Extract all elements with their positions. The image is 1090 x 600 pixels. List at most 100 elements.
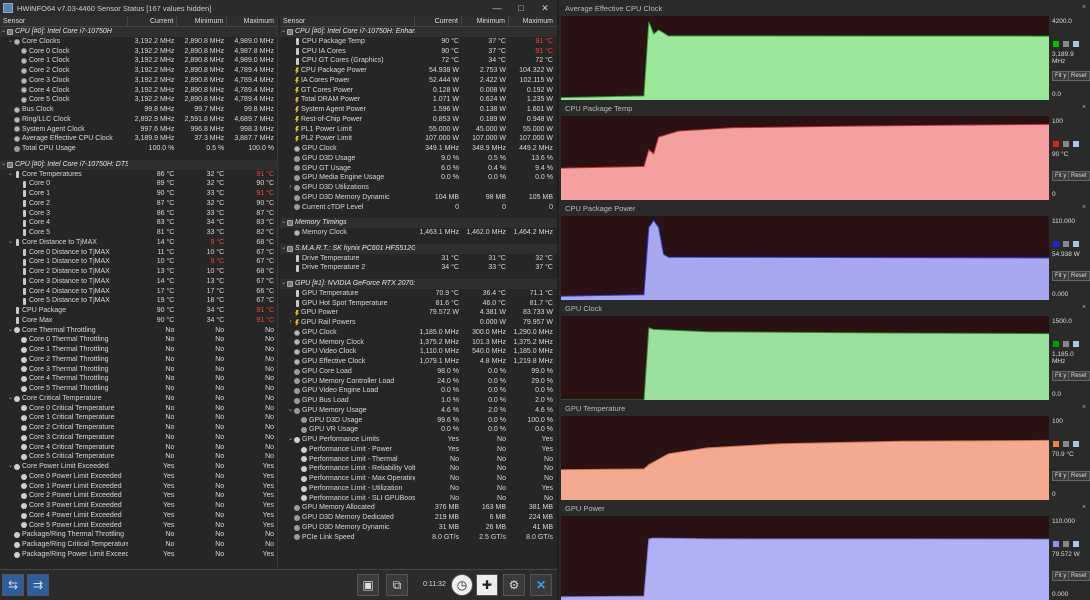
sensor-row[interactable]: GPU Memory Clock 1,375.2 MHz 101.3 MHz 1,37… xyxy=(280,338,557,348)
reset-button[interactable]: Reset xyxy=(1068,71,1090,81)
sensor-row[interactable]: Package/Ring Critical Temperature No No No xyxy=(0,540,277,550)
sensor-group-header[interactable]: ⌄ S.M.A.R.T.: SK hynix PC601 HFS512GD9T..… xyxy=(280,243,557,254)
sensor-row[interactable]: Core 5 81 °C 33 °C 82 °C xyxy=(0,228,277,238)
swatch-gray[interactable] xyxy=(1063,441,1069,447)
sensor-row[interactable]: CPU IA Cores 90 °C 37 °C 91 °C xyxy=(280,47,557,57)
sensor-row[interactable]: Core 4 Clock 3,192.2 MHz 2,890.8 MHz 4,789.… xyxy=(0,86,277,96)
sensor-row[interactable]: Core 3 86 °C 33 °C 87 °C xyxy=(0,209,277,219)
sensor-row[interactable]: Core 2 87 °C 32 °C 90 °C xyxy=(0,199,277,209)
fit-y-button[interactable]: Fit y xyxy=(1052,171,1070,181)
sensor-row[interactable]: Core 3 Thermal Throttling No No No xyxy=(0,365,277,375)
expand-chevron-icon[interactable]: ⌄ xyxy=(7,37,14,47)
sensor-row[interactable]: ⌄ Core Temperatures 86 °C 32 °C 91 °C xyxy=(0,170,277,180)
sensor-row[interactable]: CPU Package 90 °C 34 °C 91 °C xyxy=(0,306,277,316)
color-swatch[interactable] xyxy=(1053,41,1059,47)
expand-chevron-icon[interactable]: ⌄ xyxy=(287,435,294,445)
sensor-row[interactable]: Core 0 Thermal Throttling No No No xyxy=(0,335,277,345)
fit-y-button[interactable]: Fit y xyxy=(1052,271,1070,281)
sensor-row[interactable]: ⌄ Core Clocks 3,192.2 MHz 2,890.8 MHz 4,989.… xyxy=(0,37,277,47)
sensor-group-header[interactable]: ⌄ Memory Timings xyxy=(280,218,557,228)
sensor-row[interactable]: GPU Memory Controller Load 24.0 % 0.0 % 29.… xyxy=(280,377,557,387)
close-button[interactable]: ✕ xyxy=(533,0,557,16)
sensor-row[interactable]: Package/Ring Power Limit Exceeded Yes No Ye… xyxy=(0,550,277,560)
sensor-row[interactable]: › GPU Rail Powers 0.000 W 79.957 W xyxy=(280,318,557,328)
sensor-row[interactable]: Core 5 Clock 3,192.2 MHz 2,890.8 MHz 4,789.… xyxy=(0,95,277,105)
sensor-row[interactable]: GPU D3D Memory Dynamic 104 MB 98 MB 105 MB xyxy=(280,193,557,203)
sensor-row[interactable]: Performance Limit - SLI GPUBoost Sync No N… xyxy=(280,494,557,504)
swatch-light[interactable] xyxy=(1073,541,1079,547)
sensor-row[interactable]: GPU Bus Load 1.0 % 0.0 % 2.0 % xyxy=(280,396,557,406)
fit-y-button[interactable]: Fit y xyxy=(1052,71,1070,81)
col-current[interactable]: Current xyxy=(128,16,178,26)
sensor-row[interactable]: CPU Package Temp 90 °C 37 °C 91 °C xyxy=(280,37,557,47)
col-maximum[interactable]: Maximum xyxy=(509,16,556,26)
add-log-icon[interactable]: ✚ xyxy=(476,574,498,596)
sensor-row[interactable]: CPU Package Power 54.938 W 2.753 W 104.322 … xyxy=(280,66,557,76)
sensor-row[interactable]: CPU GT Cores (Graphics) 72 °C 34 °C 72 °C xyxy=(280,56,557,66)
nav-left-icon[interactable]: ⇆ xyxy=(2,574,24,596)
sensor-row[interactable]: Core 1 90 °C 33 °C 91 °C xyxy=(0,189,277,199)
sensor-row[interactable]: Current cTDP Level 0 0 0 xyxy=(280,203,557,213)
sensor-row[interactable]: Core 3 Power Limit Exceeded Yes No Yes xyxy=(0,501,277,511)
sensor-row[interactable]: ⌄ Core Power Limit Exceeded Yes No Yes xyxy=(0,462,277,472)
sensor-row[interactable]: ⌄ Core Thermal Throttling No No No xyxy=(0,326,277,336)
sensor-group-header[interactable]: ⌄ CPU [#0]: Intel Core i7-10750H: DTS xyxy=(0,159,277,170)
reset-button[interactable]: Reset xyxy=(1068,471,1090,481)
sensor-row[interactable]: Average Effective CPU Clock 3,189.9 MHz 37… xyxy=(0,134,277,144)
sensor-row[interactable]: GPU Video Clock 1,110.0 MHz 540.0 MHz 1,185… xyxy=(280,347,557,357)
sensor-row[interactable]: Memory Clock 1,463.1 MHz 1,462.0 MHz 1,464.… xyxy=(280,228,557,238)
sensor-row[interactable]: Core 0 Distance to TjMAX 11 °C 10 °C 67 °C xyxy=(0,248,277,258)
sensor-row[interactable]: Core 2 Thermal Throttling No No No xyxy=(0,355,277,365)
sensor-row[interactable]: ⌄ Core Distance to TjMAX 14 °C 9 °C 68 °C xyxy=(0,238,277,248)
sensor-row[interactable]: GPU Clock 1,185.0 MHz 300.0 MHz 1,290.0 MHz xyxy=(280,328,557,338)
expand-chevron-icon[interactable]: ⌄ xyxy=(0,160,7,170)
col-maximum[interactable]: Maximum xyxy=(227,16,277,26)
sensor-row[interactable]: Core 1 Power Limit Exceeded Yes No Yes xyxy=(0,482,277,492)
sensor-row[interactable]: PCIe Link Speed 8.0 GT/s 2.5 GT/s 8.0 GT/s xyxy=(280,533,557,543)
graph-close-icon[interactable]: × xyxy=(1082,104,1086,111)
sensor-row[interactable]: GPU GT Usage 6.0 % 0.4 % 9.4 % xyxy=(280,164,557,174)
sensor-row[interactable]: Rest-of-Chip Power 0.853 W 0.189 W 0.948 W xyxy=(280,115,557,125)
swatch-gray[interactable] xyxy=(1063,41,1069,47)
sensor-row[interactable]: GPU Hot Spot Temperature 81.6 °C 46.0 °C 81… xyxy=(280,299,557,309)
sensor-row[interactable]: ⌄ Core Critical Temperature No No No xyxy=(0,394,277,404)
sensor-group-header[interactable]: ⌄ CPU [#0]: Intel Core i7-10750H xyxy=(0,27,277,37)
sensor-row[interactable]: Core 4 Thermal Throttling No No No xyxy=(0,374,277,384)
graph-close-icon[interactable]: × xyxy=(1082,404,1086,411)
sensor-row[interactable]: GPU D3D Usage 99.6 % 0.0 % 100.0 % xyxy=(280,416,557,426)
sensor-row[interactable]: Total CPU Usage 100.0 % 0.5 % 100.0 % xyxy=(0,144,277,154)
sensor-row[interactable]: GPU D3D Memory Dynamic 31 MB 26 MB 41 MB xyxy=(280,523,557,533)
color-swatch[interactable] xyxy=(1053,141,1059,147)
sensor-row[interactable]: PL2 Power Limit 107.000 W 107.000 W 107.000… xyxy=(280,134,557,144)
expand-chevron-icon[interactable]: ⌄ xyxy=(287,406,294,416)
gear-icon[interactable]: ⚙ xyxy=(503,574,525,596)
sensor-row[interactable]: Core 1 Thermal Throttling No No No xyxy=(0,345,277,355)
sensor-row[interactable]: Core 2 Clock 3,192.2 MHz 2,890.8 MHz 4,789.… xyxy=(0,66,277,76)
sensor-row[interactable]: GPU Media Engine Usage 0.0 % 0.0 % 0.0 % xyxy=(280,173,557,183)
minimize-button[interactable]: — xyxy=(485,0,509,16)
color-swatch[interactable] xyxy=(1053,241,1059,247)
swatch-light[interactable] xyxy=(1073,441,1079,447)
reset-button[interactable]: Reset xyxy=(1068,371,1090,381)
sensor-row[interactable]: GPU D3D Usage 9.0 % 0.5 % 13.6 % xyxy=(280,154,557,164)
sensor-row[interactable]: Core 5 Critical Temperature No No No xyxy=(0,452,277,462)
expand-chevron-icon[interactable]: ⌄ xyxy=(280,244,287,254)
sensor-row[interactable]: Performance Limit - Thermal No No No xyxy=(280,455,557,465)
fit-y-button[interactable]: Fit y xyxy=(1052,571,1070,581)
sensor-row[interactable]: Core 4 Distance to TjMAX 17 °C 17 °C 66 °C xyxy=(0,287,277,297)
sensor-row[interactable]: Core 4 Power Limit Exceeded Yes No Yes xyxy=(0,511,277,521)
col-minimum[interactable]: Minimum xyxy=(462,16,509,26)
reset-button[interactable]: Reset xyxy=(1068,571,1090,581)
color-swatch[interactable] xyxy=(1053,541,1059,547)
sensor-row[interactable]: Bus Clock 99.8 MHz 99.7 MHz 99.8 MHz xyxy=(0,105,277,115)
clock-icon[interactable]: ◷ xyxy=(451,574,473,596)
sensor-row[interactable]: Drive Temperature 2 34 °C 33 °C 37 °C xyxy=(280,263,557,273)
sensor-row[interactable]: GPU Temperature 70.9 °C 36.4 °C 71.1 °C xyxy=(280,289,557,299)
sensor-row[interactable]: Performance Limit - Max Operating Vol...… xyxy=(280,474,557,484)
graph-close-icon[interactable]: × xyxy=(1082,204,1086,211)
sensor-row[interactable]: Core 2 Critical Temperature No No No xyxy=(0,423,277,433)
expand-chevron-icon[interactable]: ⌄ xyxy=(7,238,14,248)
sensor-row[interactable]: GPU Power 79.572 W 4.381 W 83.733 W xyxy=(280,308,557,318)
expand-chevron-icon[interactable]: ⌄ xyxy=(7,170,14,180)
sensor-row[interactable]: Core Max 90 °C 34 °C 91 °C xyxy=(0,316,277,326)
